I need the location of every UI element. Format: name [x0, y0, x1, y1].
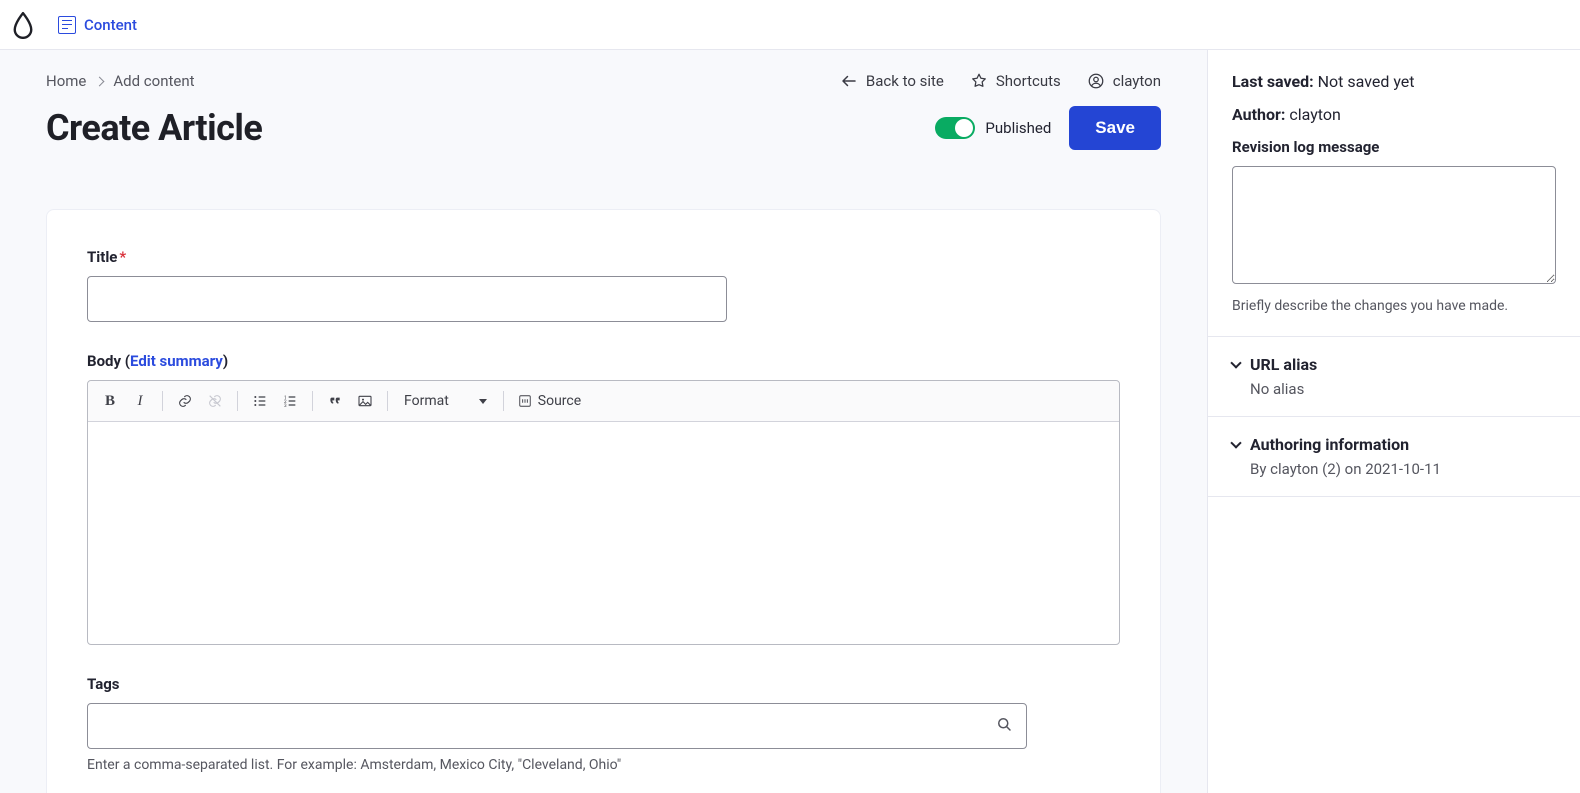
source-button[interactable]: Source — [512, 389, 587, 413]
nav-content[interactable]: Content — [48, 10, 147, 40]
revlog-label: Revision log message — [1232, 138, 1556, 156]
author-label: Author: — [1232, 105, 1285, 124]
title-label: Title — [87, 248, 117, 266]
title-input[interactable] — [87, 276, 727, 322]
caret-down-icon — [479, 399, 487, 404]
tags-input[interactable] — [87, 703, 1027, 749]
star-icon — [970, 72, 988, 90]
body-textarea[interactable] — [88, 422, 1119, 644]
breadcrumb: Home Add content — [46, 72, 195, 90]
tags-label: Tags — [87, 675, 120, 693]
page-title: Create Article — [46, 107, 262, 149]
main: Home Add content Back to site Shortcuts — [0, 50, 1208, 793]
sidebar: Last saved: Not saved yet Author: clayto… — [1208, 50, 1580, 793]
document-icon — [58, 16, 76, 34]
body-label-suffix: ) — [223, 352, 228, 370]
chevron-down-icon — [1230, 437, 1241, 448]
back-to-site-link[interactable]: Back to site — [840, 72, 944, 90]
user-menu[interactable]: clayton — [1087, 72, 1161, 90]
header-actions: Back to site Shortcuts clayton — [840, 72, 1161, 90]
nav-content-label: Content — [84, 16, 137, 34]
url-alias-title: URL alias — [1250, 355, 1317, 374]
quote-icon — [327, 393, 343, 409]
form-card: Title * Body (Edit summary) B I — [46, 209, 1161, 793]
last-saved-value: Not saved yet — [1318, 72, 1415, 91]
published-label: Published — [985, 119, 1051, 137]
url-alias-accordion[interactable]: URL alias No alias — [1208, 337, 1580, 417]
last-saved-label: Last saved: — [1232, 72, 1314, 91]
tags-help: Enter a comma-separated list. For exampl… — [87, 757, 1120, 773]
link-button[interactable] — [171, 387, 199, 415]
chevron-down-icon — [1230, 357, 1241, 368]
format-select[interactable]: Format — [396, 389, 495, 413]
bold-button[interactable]: B — [96, 387, 124, 415]
revlog-help: Briefly describe the changes you have ma… — [1232, 298, 1556, 314]
user-circle-icon — [1087, 72, 1105, 90]
authoring-title: Authoring information — [1250, 435, 1409, 454]
author-value: clayton — [1289, 105, 1340, 124]
shortcuts-link[interactable]: Shortcuts — [970, 72, 1061, 90]
body-editor: B I 123 — [87, 380, 1120, 645]
blockquote-button[interactable] — [321, 387, 349, 415]
published-toggle[interactable] — [935, 117, 975, 139]
authoring-accordion[interactable]: Authoring information By clayton (2) on … — [1208, 417, 1580, 497]
bullet-list-icon — [252, 393, 268, 409]
search-icon — [995, 715, 1013, 737]
breadcrumb-current: Add content — [113, 72, 194, 90]
app-logo — [12, 11, 34, 39]
source-icon — [518, 394, 532, 408]
link-icon — [177, 393, 193, 409]
breadcrumb-home[interactable]: Home — [46, 72, 86, 90]
arrow-left-icon — [840, 72, 858, 90]
italic-button[interactable]: I — [126, 387, 154, 415]
edit-summary-link[interactable]: Edit summary — [130, 352, 223, 370]
unlink-button — [201, 387, 229, 415]
numbered-list-icon: 123 — [282, 393, 298, 409]
body-label-prefix: Body ( — [87, 352, 130, 370]
image-icon — [357, 393, 373, 409]
image-button[interactable] — [351, 387, 379, 415]
editor-toolbar: B I 123 — [88, 381, 1119, 422]
save-button[interactable]: Save — [1069, 106, 1161, 150]
topbar: Content — [0, 0, 1580, 50]
unlink-icon — [207, 393, 223, 409]
chevron-right-icon — [95, 76, 105, 86]
svg-text:3: 3 — [284, 403, 287, 409]
numbered-list-button[interactable]: 123 — [276, 387, 304, 415]
bullet-list-button[interactable] — [246, 387, 274, 415]
url-alias-sub: No alias — [1250, 380, 1556, 398]
required-indicator: * — [119, 248, 126, 266]
revlog-textarea[interactable] — [1232, 166, 1556, 284]
authoring-sub: By clayton (2) on 2021-10-11 — [1250, 460, 1556, 478]
